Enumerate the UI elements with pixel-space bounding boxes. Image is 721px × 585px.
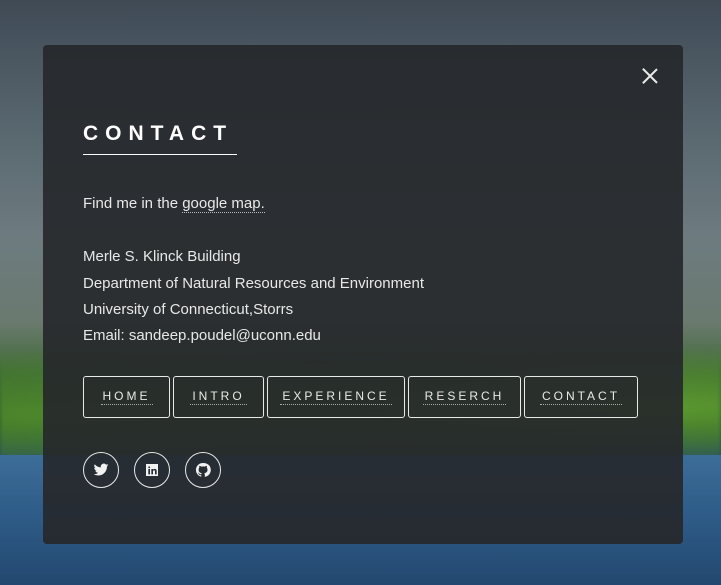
google-map-link[interactable]: google map.: [182, 195, 265, 213]
nav-intro-button[interactable]: INTRO: [173, 376, 264, 418]
twitter-link[interactable]: [83, 452, 119, 488]
close-icon[interactable]: [641, 67, 659, 85]
nav-experience-label: EXPERIENCE: [280, 389, 392, 405]
address-line-1: Merle S. Klinck Building: [83, 248, 241, 265]
github-icon: [195, 462, 211, 477]
email-line: Email: sandeep.poudel@uconn.edu: [83, 327, 321, 344]
nav-research-button[interactable]: RESERCH: [408, 376, 521, 418]
linkedin-icon: [146, 464, 158, 476]
map-prefix: Find me in the: [83, 195, 183, 212]
twitter-icon: [93, 463, 109, 476]
nav-home-button[interactable]: HOME: [83, 376, 170, 418]
nav-home-label: HOME: [100, 389, 153, 405]
linkedin-link[interactable]: [134, 452, 170, 488]
nav-contact-label: CONTACT: [539, 389, 623, 405]
nav-buttons: HOME INTRO EXPERIENCE RESERCH CONTACT: [83, 376, 638, 418]
nav-research-label: RESERCH: [422, 389, 507, 405]
contact-modal: CONTACT Find me in the google map. Merle…: [43, 45, 683, 544]
nav-contact-button[interactable]: CONTACT: [524, 376, 638, 418]
social-links: [83, 452, 221, 488]
map-text: Find me in the google map.: [83, 195, 265, 213]
nav-intro-label: INTRO: [190, 389, 247, 405]
nav-experience-button[interactable]: EXPERIENCE: [267, 376, 405, 418]
github-link[interactable]: [185, 452, 221, 488]
modal-title: CONTACT: [83, 122, 238, 155]
address-line-2: Department of Natural Resources and Envi…: [83, 275, 425, 292]
address-line-3: University of Connecticut,Storrs: [83, 301, 294, 318]
